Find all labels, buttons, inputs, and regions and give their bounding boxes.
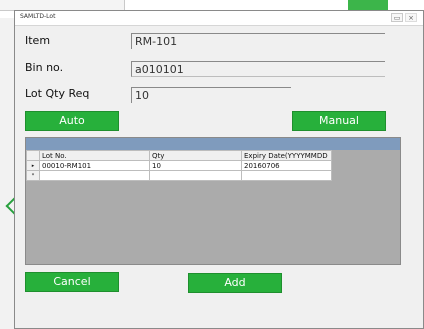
bin-label: Bin no. — [25, 61, 64, 74]
new-row-cell[interactable] — [241, 170, 332, 181]
item-label: Item — [25, 34, 51, 47]
lot-table: Lot No. Qty Expiry Date(YYYYMMDD ▸ 00010… — [26, 150, 332, 181]
cell-lot[interactable]: 00010-RM101 — [39, 160, 150, 171]
item-field[interactable]: RM-101 — [131, 33, 385, 49]
new-row-cell[interactable] — [39, 170, 150, 181]
manual-button[interactable]: Manual — [292, 111, 386, 131]
bin-field[interactable]: a010101 — [131, 61, 385, 77]
lot-qty-field[interactable]: 10 — [131, 87, 291, 103]
cell-qty[interactable]: 10 — [149, 160, 242, 171]
row-current-marker-icon[interactable]: ▸ — [26, 160, 40, 171]
grid-header-bar — [26, 138, 400, 150]
table-header-row: Lot No. Qty Expiry Date(YYYYMMDD — [26, 150, 332, 161]
add-button[interactable]: Add — [188, 273, 282, 293]
header-selector-cell — [26, 150, 40, 161]
cell-expiry[interactable]: 20160706 — [241, 160, 332, 171]
auto-button[interactable]: Auto — [25, 111, 119, 131]
new-row-marker-icon[interactable]: * — [26, 170, 40, 181]
new-row-cell[interactable] — [149, 170, 242, 181]
column-header-qty[interactable]: Qty — [149, 150, 242, 161]
lot-qty-label: Lot Qty Req — [25, 87, 90, 100]
lot-grid: Lot No. Qty Expiry Date(YYYYMMDD ▸ 00010… — [25, 137, 401, 265]
close-icon[interactable]: ⨯ — [405, 13, 417, 22]
column-header-expiry[interactable]: Expiry Date(YYYYMMDD — [241, 150, 332, 161]
minimize-icon[interactable]: ▭ — [391, 13, 403, 22]
window-title: SAMLTD-Lot — [20, 13, 56, 20]
new-row[interactable]: * — [26, 170, 332, 181]
cancel-button[interactable]: Cancel — [25, 272, 119, 292]
lot-dialog: SAMLTD-Lot ▭ ⨯ Item RM-101 Bin no. a0101… — [14, 10, 424, 329]
title-bar: SAMLTD-Lot ▭ ⨯ — [15, 11, 423, 26]
column-header-lot[interactable]: Lot No. — [39, 150, 150, 161]
table-row[interactable]: ▸ 00010-RM101 10 20160706 — [26, 160, 332, 171]
